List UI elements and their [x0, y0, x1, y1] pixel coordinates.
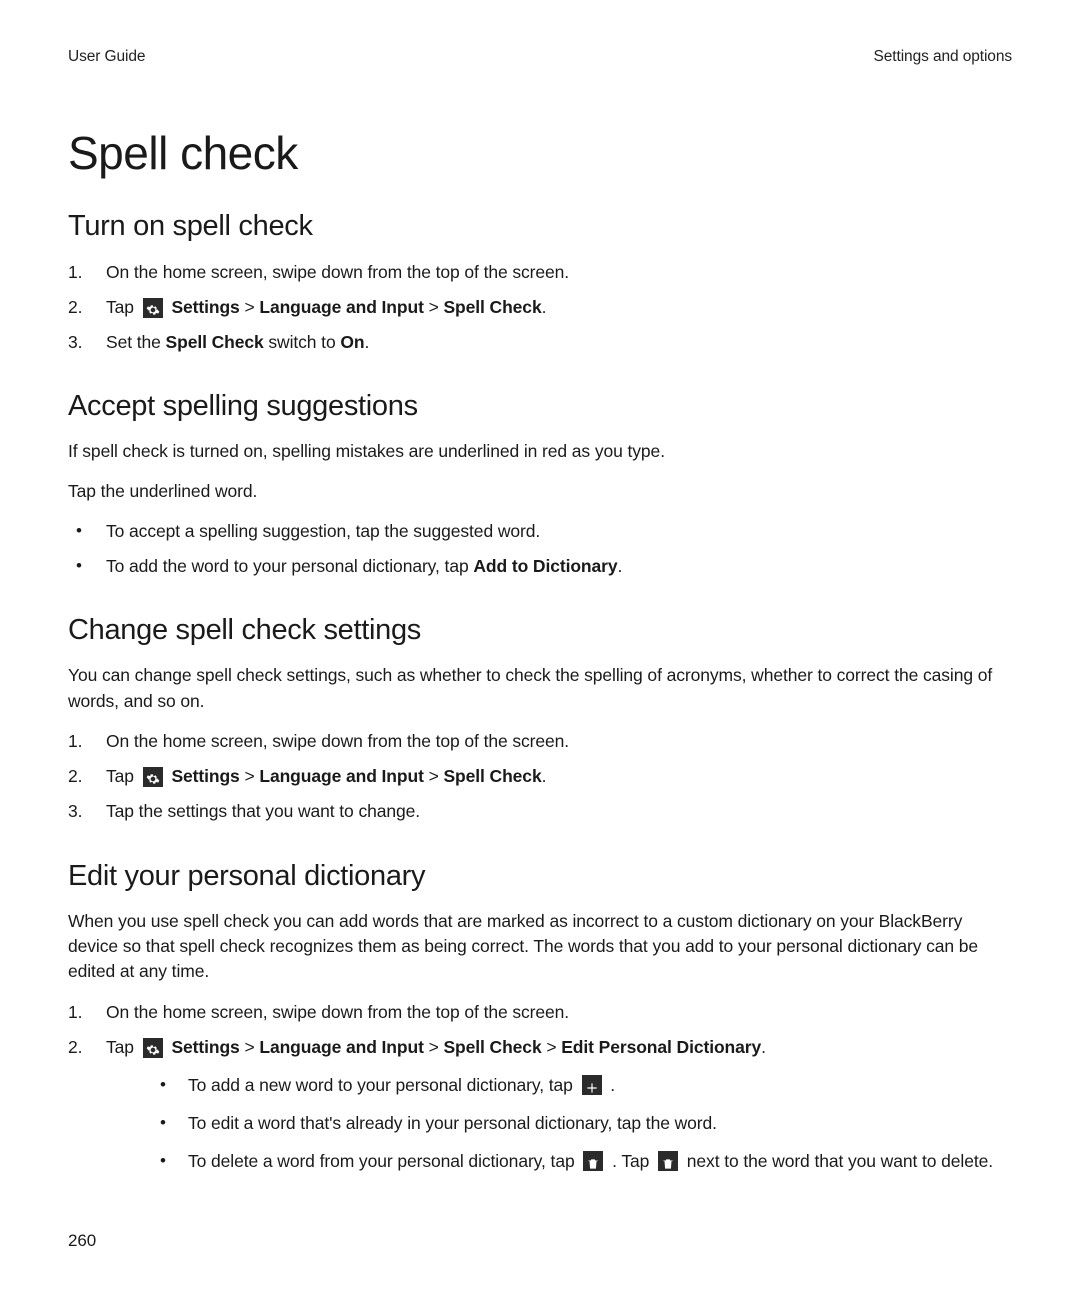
step: Tap Settings > Language and Input > Spel…: [68, 1034, 1012, 1175]
section-turn-on-spell-check: Turn on spell check On the home screen, …: [68, 210, 1012, 356]
sub-bullet-list: To add a new word to your personal dicti…: [106, 1071, 1012, 1175]
step: Tap Settings > Language and Input > Spel…: [68, 763, 1012, 790]
paragraph: Tap the underlined word.: [68, 479, 1012, 504]
heading: Accept spelling suggestions: [68, 390, 1012, 423]
list-item: To accept a spelling suggestion, tap the…: [68, 518, 1012, 545]
paragraph: You can change spell check settings, suc…: [68, 663, 1012, 714]
step: Set the Spell Check switch to On.: [68, 329, 1012, 356]
list-item: To edit a word that's already in your pe…: [106, 1109, 1012, 1137]
heading: Edit your personal dictionary: [68, 860, 1012, 893]
trash-icon: [658, 1151, 678, 1171]
heading: Turn on spell check: [68, 210, 1012, 243]
settings-gear-icon: [143, 298, 163, 318]
settings-gear-icon: [143, 767, 163, 787]
heading: Change spell check settings: [68, 614, 1012, 647]
step: On the home screen, swipe down from the …: [68, 728, 1012, 755]
section-change-spell-check-settings: Change spell check settings You can chan…: [68, 614, 1012, 825]
list-item: To add the word to your personal diction…: [68, 553, 1012, 580]
running-header: User Guide Settings and options: [68, 48, 1012, 66]
page-title: Spell check: [68, 126, 298, 180]
section-edit-your-personal-dictionary: Edit your personal dictionary When you u…: [68, 860, 1012, 1175]
step: On the home screen, swipe down from the …: [68, 999, 1012, 1026]
list-item: To add a new word to your personal dicti…: [106, 1071, 1012, 1099]
trash-icon: [583, 1151, 603, 1171]
header-left: User Guide: [68, 48, 145, 66]
step: Tap Settings > Language and Input > Spel…: [68, 294, 1012, 321]
content: Turn on spell check On the home screen, …: [68, 210, 1012, 1209]
ordered-steps: On the home screen, swipe down from the …: [68, 999, 1012, 1175]
paragraph: When you use spell check you can add wor…: [68, 909, 1012, 985]
header-right: Settings and options: [874, 48, 1012, 66]
paragraph: If spell check is turned on, spelling mi…: [68, 439, 1012, 464]
ordered-steps: On the home screen, swipe down from the …: [68, 259, 1012, 356]
plus-icon: [582, 1075, 602, 1095]
list-item: To delete a word from your personal dict…: [106, 1147, 1012, 1175]
bullet-list: To accept a spelling suggestion, tap the…: [68, 518, 1012, 580]
ordered-steps: On the home screen, swipe down from the …: [68, 728, 1012, 825]
settings-gear-icon: [143, 1038, 163, 1058]
step: On the home screen, swipe down from the …: [68, 259, 1012, 286]
step: Tap the settings that you want to change…: [68, 798, 1012, 825]
section-accept-spelling-suggestions: Accept spelling suggestions If spell che…: [68, 390, 1012, 580]
page: User Guide Settings and options Spell ch…: [68, 0, 1012, 1296]
page-number: 260: [68, 1231, 96, 1251]
